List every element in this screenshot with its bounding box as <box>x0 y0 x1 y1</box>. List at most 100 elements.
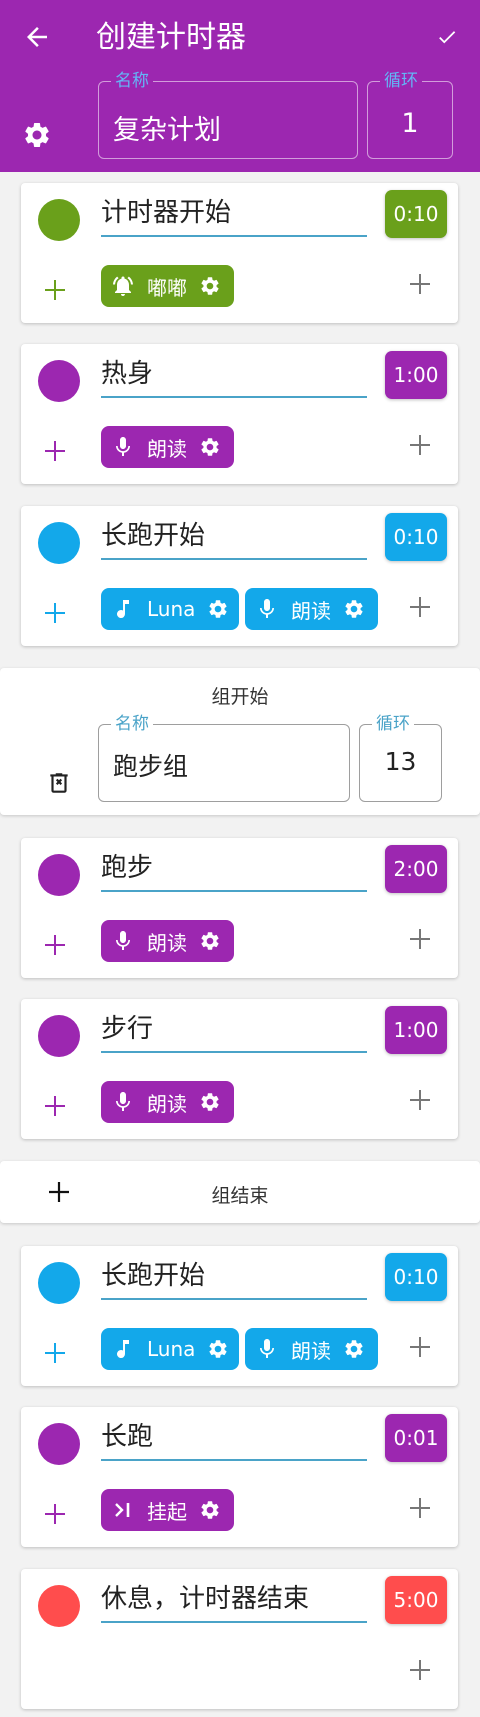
timer-color-dot[interactable] <box>38 854 80 896</box>
timer-duration-button[interactable]: 1:00 <box>385 1006 447 1054</box>
app-bar: 创建计时器 名称 复杂计划 循环 1 <box>0 0 480 172</box>
add-sound-plus-icon[interactable] <box>44 1342 66 1364</box>
timer-duration-button[interactable]: 0:10 <box>385 1253 447 1301</box>
sound-chip-label: Luna <box>147 1337 196 1361</box>
music-note-icon <box>111 1337 135 1361</box>
sound-settings-gear-icon[interactable] <box>343 1338 365 1360</box>
timer-color-dot[interactable] <box>38 1423 80 1465</box>
sound-chip[interactable]: 朗读 <box>101 1081 234 1123</box>
timer-name-input[interactable]: 计时器开始 <box>101 193 367 237</box>
add-sound-plus-icon[interactable] <box>44 602 66 624</box>
skip-icon <box>111 1498 135 1522</box>
confirm-check-icon[interactable] <box>436 26 458 48</box>
add-timer-plus-icon[interactable] <box>409 1089 431 1111</box>
sound-chip-label: 朗读 <box>147 1091 187 1116</box>
timer-color-dot[interactable] <box>38 1015 80 1057</box>
settings-gear-icon[interactable] <box>22 120 52 150</box>
timer-duration-button[interactable]: 1:00 <box>385 351 447 399</box>
add-timer-plus-icon[interactable] <box>409 1497 431 1519</box>
group-name-value: 跑步组 <box>113 752 189 781</box>
sound-chip[interactable]: 朗读 <box>101 426 234 468</box>
sound-chip-label: 嘟嘟 <box>147 275 187 300</box>
sound-chip[interactable]: 朗读 <box>245 588 378 630</box>
add-sound-plus-icon[interactable] <box>44 440 66 462</box>
sound-chip[interactable]: 挂起 <box>101 1489 234 1531</box>
timer-name-input[interactable]: 步行 <box>101 1009 367 1053</box>
page-title: 创建计时器 <box>96 20 246 55</box>
timer-color-dot[interactable] <box>38 1262 80 1304</box>
timer-name-input[interactable]: 长跑 <box>101 1417 367 1461</box>
mic-icon <box>111 435 135 459</box>
bell-icon <box>111 274 135 298</box>
group-end-title: 组结束 <box>211 1185 269 1207</box>
timer-card: 热身 1:00 朗读 <box>21 344 458 484</box>
timer-duration-button[interactable]: 0:10 <box>385 513 447 561</box>
plan-name-value: 复杂计划 <box>113 115 221 146</box>
timer-card: 长跑开始 0:10 Luna 朗读 <box>21 506 458 646</box>
group-loop-value: 13 <box>384 747 417 776</box>
sound-chip-label: Luna <box>147 597 196 621</box>
plan-loop-field[interactable]: 循环 1 <box>367 71 453 159</box>
sound-chip[interactable]: 朗读 <box>245 1328 378 1370</box>
timer-color-dot[interactable] <box>38 360 80 402</box>
add-timer-plus-icon[interactable] <box>409 928 431 950</box>
sound-chip-label: 朗读 <box>147 436 187 461</box>
group-start-block: 组开始 名称 跑步组 循环 13 <box>0 668 480 815</box>
group-loop-label: 循环 <box>372 714 414 734</box>
timer-color-dot[interactable] <box>38 1585 80 1627</box>
sound-settings-gear-icon[interactable] <box>199 275 221 297</box>
timer-name-input[interactable]: 休息，计时器结束 <box>101 1579 367 1623</box>
sound-settings-gear-icon[interactable] <box>199 930 221 952</box>
mic-icon <box>255 597 279 621</box>
sound-chip-label: 挂起 <box>147 1499 187 1524</box>
add-timer-plus-icon[interactable] <box>409 596 431 618</box>
timer-card: 计时器开始 0:10 嘟嘟 <box>21 183 458 323</box>
mic-icon <box>111 1090 135 1114</box>
timer-card: 步行 1:00 朗读 <box>21 999 458 1139</box>
sound-settings-gear-icon[interactable] <box>343 598 365 620</box>
timer-card: 长跑 0:01 挂起 <box>21 1407 458 1547</box>
add-sound-plus-icon[interactable] <box>44 1095 66 1117</box>
add-timer-plus-icon[interactable] <box>409 1336 431 1358</box>
sound-settings-gear-icon[interactable] <box>207 1338 229 1360</box>
sound-chip[interactable]: Luna <box>101 588 239 630</box>
timer-name-input[interactable]: 跑步 <box>101 848 367 892</box>
sound-settings-gear-icon[interactable] <box>207 598 229 620</box>
timer-name-input[interactable]: 长跑开始 <box>101 1256 367 1300</box>
timer-duration-button[interactable]: 0:10 <box>385 190 447 238</box>
group-name-label: 名称 <box>111 714 153 734</box>
timer-duration-button[interactable]: 0:01 <box>385 1414 447 1462</box>
timer-card: 休息，计时器结束 5:00 <box>21 1569 458 1709</box>
timer-color-dot[interactable] <box>38 522 80 564</box>
timer-card: 跑步 2:00 朗读 <box>21 838 458 978</box>
plan-name-label: 名称 <box>111 71 153 91</box>
group-name-field[interactable]: 名称 跑步组 <box>98 714 350 802</box>
timer-name-input[interactable]: 热身 <box>101 354 367 398</box>
delete-group-icon[interactable] <box>46 770 72 796</box>
sound-settings-gear-icon[interactable] <box>199 1091 221 1113</box>
sound-chip[interactable]: Luna <box>101 1328 239 1370</box>
add-sound-plus-icon[interactable] <box>44 1503 66 1525</box>
plan-loop-label: 循环 <box>380 71 422 91</box>
group-end-block: 组结束 <box>0 1161 480 1223</box>
add-timer-plus-icon[interactable] <box>409 434 431 456</box>
group-loop-field[interactable]: 循环 13 <box>359 714 442 802</box>
add-timer-plus-icon[interactable] <box>409 1659 431 1681</box>
timer-color-dot[interactable] <box>38 199 80 241</box>
back-arrow-icon[interactable] <box>22 22 52 52</box>
add-sound-plus-icon[interactable] <box>44 934 66 956</box>
plan-loop-value: 1 <box>401 108 419 139</box>
timer-duration-button[interactable]: 2:00 <box>385 845 447 893</box>
sound-chip-label: 朗读 <box>291 598 331 623</box>
plan-name-field[interactable]: 名称 复杂计划 <box>98 71 358 159</box>
timer-name-input[interactable]: 长跑开始 <box>101 516 367 560</box>
timer-duration-button[interactable]: 5:00 <box>385 1576 447 1624</box>
timer-card: 长跑开始 0:10 Luna 朗读 <box>21 1246 458 1386</box>
sound-chip[interactable]: 朗读 <box>101 920 234 962</box>
mic-icon <box>111 929 135 953</box>
sound-chip[interactable]: 嘟嘟 <box>101 265 234 307</box>
add-sound-plus-icon[interactable] <box>44 279 66 301</box>
sound-settings-gear-icon[interactable] <box>199 436 221 458</box>
sound-settings-gear-icon[interactable] <box>199 1499 221 1521</box>
add-timer-plus-icon[interactable] <box>409 273 431 295</box>
